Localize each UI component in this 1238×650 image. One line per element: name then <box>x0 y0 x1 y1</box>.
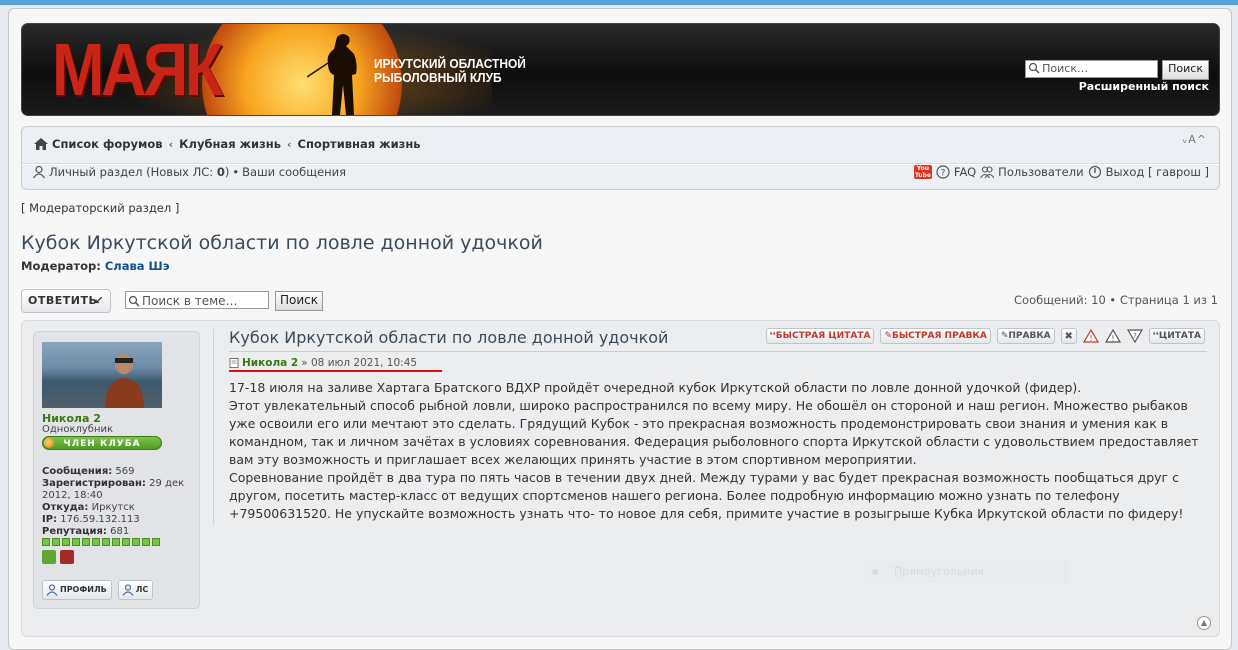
pm-button[interactable]: ЛС <box>117 580 154 600</box>
club-name: ИРКУТСКИЙ ОБЛАСТНОЙ РЫБОЛОВНЫЙ КЛУБ <box>374 56 526 85</box>
moderator-section-link[interactable]: [ Модераторский раздел ] <box>21 201 179 215</box>
breadcrumb-sports-life[interactable]: Спортивная жизнь <box>298 137 421 151</box>
reputation-bar <box>42 538 160 546</box>
edit-button[interactable]: ✎ПРАВКА <box>996 328 1055 344</box>
breadcrumb: Список форумов ‹ Клубная жизнь ‹ Спортив… <box>34 137 421 151</box>
post-title[interactable]: Кубок Иркутской области по ловле донной … <box>229 328 668 347</box>
warn-user-icon[interactable]: ! <box>1082 329 1099 343</box>
thumbs-up-icon[interactable] <box>42 550 56 564</box>
moderator-name-link[interactable]: Слава Шэ <box>105 259 170 273</box>
avatar[interactable] <box>42 342 162 408</box>
post: Никола 2 Одноклубник ЧЛЕН КЛУБА Сообщени… <box>21 320 1220 637</box>
svg-text:!: ! <box>1111 334 1114 343</box>
font-size-controls[interactable]: ᵥA^ <box>1183 133 1207 146</box>
user-icon <box>46 584 58 596</box>
search-button[interactable]: Поиск <box>1162 60 1209 80</box>
youtube-icon[interactable]: You Tube <box>913 165 932 179</box>
avatar-person-image <box>105 354 144 408</box>
breadcrumb-club-life[interactable]: Клубная жизнь <box>179 137 281 151</box>
rank-badge: ЧЛЕН КЛУБА <box>42 436 162 450</box>
post-icon[interactable] <box>229 358 239 368</box>
profile-buttons: ПРОФИЛЬ ЛС <box>42 580 154 600</box>
fisherman-silhouette-icon <box>307 34 357 115</box>
logout-link[interactable]: Выход [ гаврош ] <box>1106 165 1209 179</box>
user-icon <box>122 584 134 596</box>
browser-top-strip <box>0 0 1238 9</box>
reply-button[interactable]: ОТВЕТИТЬ ↙ <box>21 289 111 313</box>
users-link[interactable]: Пользователи <box>998 165 1083 179</box>
user-rank: Одноклубник <box>42 424 114 435</box>
post-date: » 08 июл 2021, 10:45 <box>301 357 418 369</box>
rectangle-overlay-label: Прямоугольник <box>864 561 1068 583</box>
topic-search-button[interactable]: Поиск <box>275 291 324 311</box>
quick-edit-button[interactable]: ✎БЫСТРАЯ ПРАВКА <box>880 328 991 344</box>
breadcrumb-separator: ‹ <box>286 137 292 151</box>
page-title[interactable]: Кубок Иркутской области по ловле донной … <box>21 232 543 254</box>
post-header-divider <box>229 351 1207 352</box>
faq-link[interactable]: FAQ <box>954 165 976 179</box>
back-to-top-icon[interactable]: ▲ <box>1197 616 1211 630</box>
byline-author[interactable]: Никола 2 <box>242 357 298 369</box>
svg-text:?: ? <box>941 169 946 179</box>
reply-arrow-icon: ↙ <box>94 294 104 307</box>
logout-icon <box>1088 165 1101 179</box>
pagination-info: Сообщений: 10 • Страница 1 из 1 <box>1014 293 1218 307</box>
site-logo[interactable]: МАЯК <box>52 30 223 110</box>
quote-button[interactable]: ❛❛ЦИТАТА <box>1148 328 1205 344</box>
personal-section-link[interactable]: Личный раздел (Новых ЛС: 0) <box>49 165 229 179</box>
advanced-search-link[interactable]: Расширенный поиск <box>1079 80 1209 93</box>
user-panel-icon <box>33 165 45 179</box>
delete-icon[interactable]: ✖ <box>1060 328 1077 344</box>
my-posts-link[interactable]: Ваши сообщения <box>242 165 346 179</box>
nav-panel: Список форумов ‹ Клубная жизнь ‹ Спортив… <box>21 126 1220 190</box>
quick-quote-button[interactable]: ❛❛БЫСТРАЯ ЦИТАТА <box>765 328 875 344</box>
thumbs-down-icon[interactable] <box>60 550 74 564</box>
search-icon <box>128 295 140 307</box>
post-actions: ❛❛БЫСТРАЯ ЦИТАТА ✎БЫСТРАЯ ПРАВКА ✎ПРАВКА… <box>765 328 1205 344</box>
users-icon <box>980 166 995 179</box>
report-icon[interactable]: ! <box>1104 329 1121 343</box>
info-icon[interactable]: ? <box>1126 329 1143 343</box>
header-search: Поиск… Поиск <box>1025 60 1209 80</box>
svg-text:?: ? <box>1133 332 1137 340</box>
user-nav-left: Личный раздел (Новых ЛС: 0) • Ваши сообщ… <box>32 165 346 179</box>
post-author-profile: Никола 2 Одноклубник ЧЛЕН КЛУБА Сообщени… <box>33 331 200 609</box>
profile-button[interactable]: ПРОФИЛЬ <box>42 580 112 600</box>
red-underline-annotation <box>229 370 442 372</box>
post-byline: Никола 2 » 08 июл 2021, 10:45 <box>229 357 417 369</box>
site-header-banner: МАЯК ИРКУТСКИЙ ОБЛАСТНОЙ РЫБОЛОВНЫЙ КЛУБ… <box>21 23 1220 116</box>
user-nav-right: You Tube ? FAQ Пользователи Выход [ гавро… <box>913 165 1209 179</box>
topic-moderator: Модератор: Слава Шэ <box>21 259 170 273</box>
faq-icon: ? <box>936 165 950 179</box>
reputation-buttons <box>42 550 74 564</box>
home-icon <box>34 138 48 150</box>
search-input[interactable]: Поиск… <box>1025 60 1159 78</box>
user-stats: Сообщения: 569 Зарегистрирован: 29 дек 2… <box>42 466 185 537</box>
post-divider <box>213 329 214 525</box>
search-icon <box>1029 62 1040 74</box>
breadcrumb-separator: ‹ <box>168 137 174 151</box>
svg-text:!: ! <box>1089 334 1092 343</box>
breadcrumb-forum-list[interactable]: Список форумов <box>52 137 163 151</box>
topic-search-input[interactable]: Поиск в теме… <box>125 291 269 309</box>
post-content: 17-18 июля на заливе Хартага Братского В… <box>229 380 1199 521</box>
